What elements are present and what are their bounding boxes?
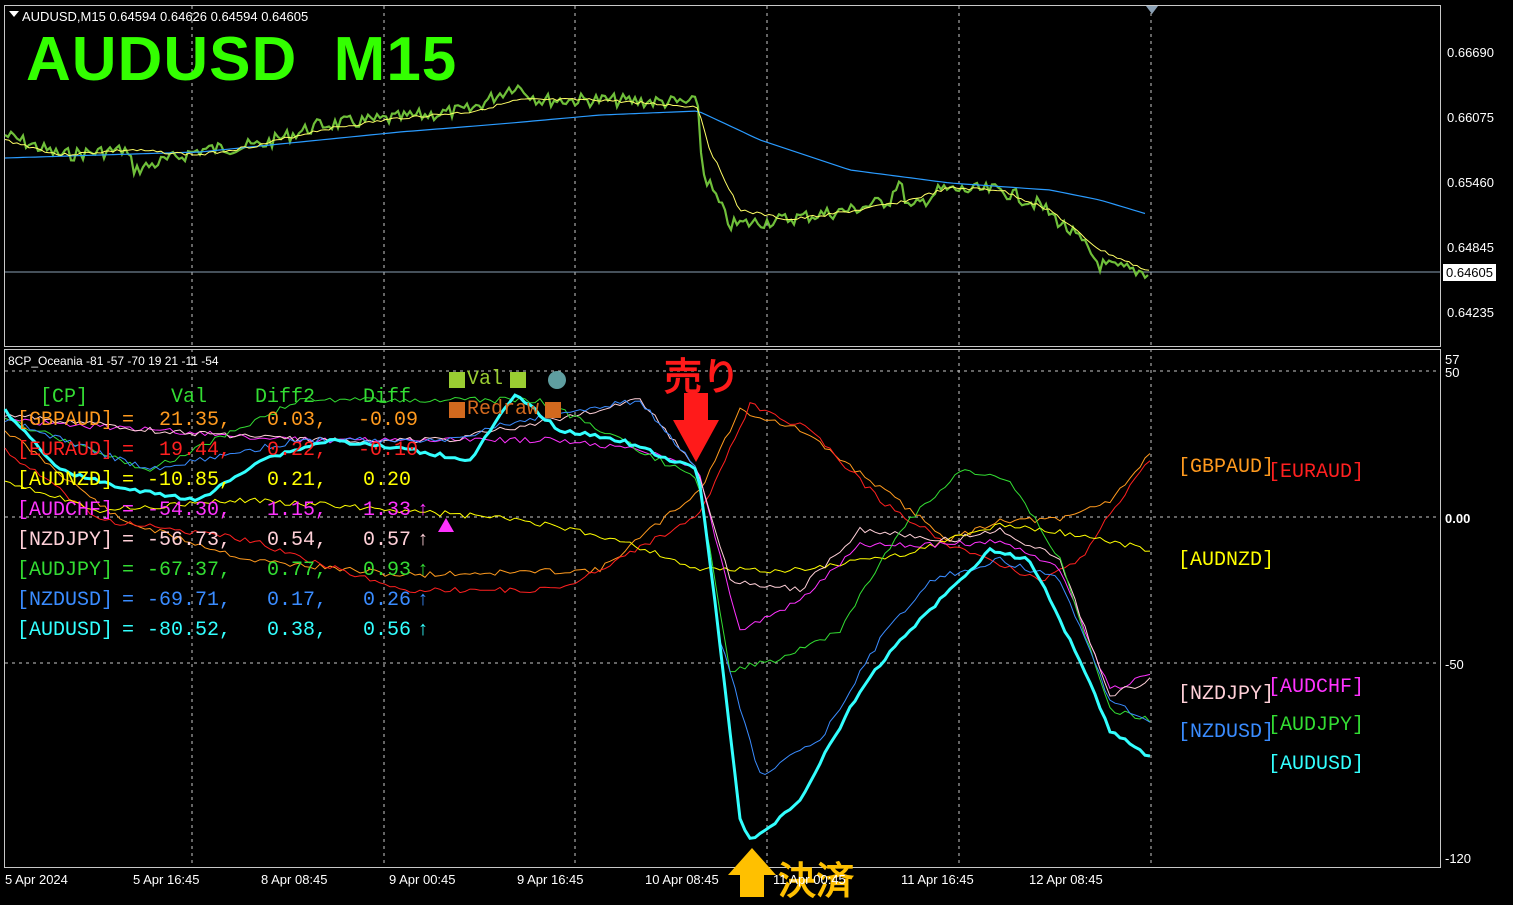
collapse-triangle-icon[interactable] <box>9 11 19 17</box>
indicator-tick: 0.00 <box>1445 511 1471 526</box>
settle-arrow-icon <box>728 848 776 897</box>
time-tick: 8 Apr 08:45 <box>261 872 328 887</box>
shift-marker-icon <box>1146 6 1158 14</box>
cp-val-cell: -69.71, <box>147 589 232 612</box>
cp-arrow-cell: ↑ <box>417 589 430 612</box>
cp-val-cell: -56.73, <box>147 529 232 552</box>
cp-arrow-cell: ↑ <box>417 559 430 582</box>
cp-diff2-cell: 0.17, <box>267 589 328 612</box>
sell-arrow-icon <box>673 393 719 462</box>
cp-name-cell: [AUDCHF] <box>17 499 114 522</box>
cp-equals: = <box>122 439 135 462</box>
table-header-val: Val <box>171 386 208 409</box>
cp-diff-cell: -0.09 <box>358 409 419 432</box>
status-circle-icon <box>548 371 566 389</box>
tag-audchf: [AUDCHF] <box>1268 676 1365 699</box>
time-tick: 5 Apr 16:45 <box>133 872 200 887</box>
time-tick: 5 Apr 2024 <box>5 872 68 887</box>
val-legend-square-icon <box>449 372 465 388</box>
cp-name-cell: [AUDUSD] <box>17 619 114 642</box>
price-tick: 0.64235 <box>1447 305 1494 320</box>
cp-val-cell: 21.35, <box>159 409 232 432</box>
cp-name-cell: [EURAUD] <box>17 439 114 462</box>
time-tick: 11 Apr 16:45 <box>901 872 974 887</box>
time-tick: 12 Apr 08:45 <box>1029 872 1103 887</box>
indicator-tick: -120 <box>1445 851 1472 866</box>
tag-nzdusd: [NZDUSD] <box>1178 721 1275 744</box>
redraw-legend-square-icon <box>449 402 465 418</box>
cp-arrow-cell: ↑ <box>417 529 430 552</box>
cp-equals: = <box>122 499 135 522</box>
tag-audjpy: [AUDJPY] <box>1268 714 1365 737</box>
cp-name-cell: [NZDJPY] <box>17 529 114 552</box>
cp-diff-cell: 0.26 <box>363 589 412 612</box>
audchf-up-triangle-icon <box>438 518 454 532</box>
price-tick: 0.66075 <box>1447 110 1494 125</box>
table-header-diff2: Diff2 <box>255 386 316 409</box>
indicator-tick: 50 <box>1445 365 1460 380</box>
redraw-legend-square2-icon <box>545 402 561 418</box>
time-tick: 10 Apr 08:45 <box>645 872 719 887</box>
cp-name-cell: [GBPAUD] <box>17 409 114 432</box>
price-tick: 0.66690 <box>1447 45 1494 60</box>
tag-audusd: [AUDUSD] <box>1268 753 1365 776</box>
indicator-tick: -50 <box>1445 657 1464 672</box>
table-header-cp: [CP] <box>40 386 89 409</box>
symbol-info: AUDUSD,M15 0.64594 0.64626 0.64594 0.646… <box>22 9 309 24</box>
cp-diff2-cell: 0.77, <box>267 559 328 582</box>
current-price-label: 0.64605 <box>1443 264 1496 281</box>
price-tick: 0.64845 <box>1447 240 1494 255</box>
cp-name-cell: [NZDUSD] <box>17 589 114 612</box>
cp-diff-cell: -0.10 <box>358 439 419 462</box>
cp-equals: = <box>122 559 135 582</box>
cp-val-cell: 19.44, <box>159 439 232 462</box>
cp-diff2-cell: 0.03, <box>267 409 328 432</box>
cp-diff2-cell: 0.54, <box>267 529 328 552</box>
tag-euraud: [EURAUD] <box>1268 461 1365 484</box>
cp-name-cell: [AUDJPY] <box>17 559 114 582</box>
cp-diff-cell: 1.33 <box>363 499 412 522</box>
vertical-gridlines <box>191 6 1152 867</box>
cp-val-cell: -54.30, <box>147 499 232 522</box>
tag-gbpaud: [GBPAUD] <box>1178 456 1275 479</box>
big-title: AUDUSD M15 <box>26 25 458 94</box>
cp-equals: = <box>122 619 135 642</box>
tag-nzdjpy: [NZDJPY] <box>1178 683 1275 706</box>
sell-annotation: 売り <box>664 357 741 399</box>
val-legend-label: Val <box>467 368 504 391</box>
cp-diff2-cell: 1.15, <box>267 499 328 522</box>
cp-arrow-cell: ↑ <box>417 619 430 642</box>
cp-diff-cell: 0.56 <box>363 619 412 642</box>
price-candles-series <box>4 83 1149 280</box>
cp-val-cell: -67.37, <box>147 559 232 582</box>
redraw-legend-label: Redraw <box>467 398 540 421</box>
cp-diff2-cell: 0.22, <box>267 439 328 462</box>
cp-diff2-cell: 0.38, <box>267 619 328 642</box>
tag-audnzd: [AUDNZD] <box>1178 549 1275 572</box>
cp-diff-cell: 0.20 <box>363 469 412 492</box>
price-tick: 0.65460 <box>1447 175 1494 190</box>
time-tick: 9 Apr 00:45 <box>389 872 456 887</box>
cp-diff-cell: 0.57 <box>363 529 412 552</box>
cp-name-cell: [AUDNZD] <box>17 469 114 492</box>
cp-equals: = <box>122 409 135 432</box>
cp-equals: = <box>122 469 135 492</box>
cp-val-cell: -80.52, <box>147 619 232 642</box>
cp-val-cell: -10.85, <box>147 469 232 492</box>
cp-diff2-cell: 0.21, <box>267 469 328 492</box>
table-header-diff: Diff <box>363 386 412 409</box>
time-tick: 9 Apr 16:45 <box>517 872 584 887</box>
indicator-title: 8CP_Oceania -81 -57 -70 19 21 -11 -54 <box>8 354 219 368</box>
cp-diff-cell: 0.93 <box>363 559 412 582</box>
cp-arrow-cell: ↑ <box>417 499 430 522</box>
val-legend-square2-icon <box>510 372 526 388</box>
time-tick: 11 Apr 00:45 <box>773 872 846 887</box>
cp-equals: = <box>122 589 135 612</box>
cp-equals: = <box>122 529 135 552</box>
